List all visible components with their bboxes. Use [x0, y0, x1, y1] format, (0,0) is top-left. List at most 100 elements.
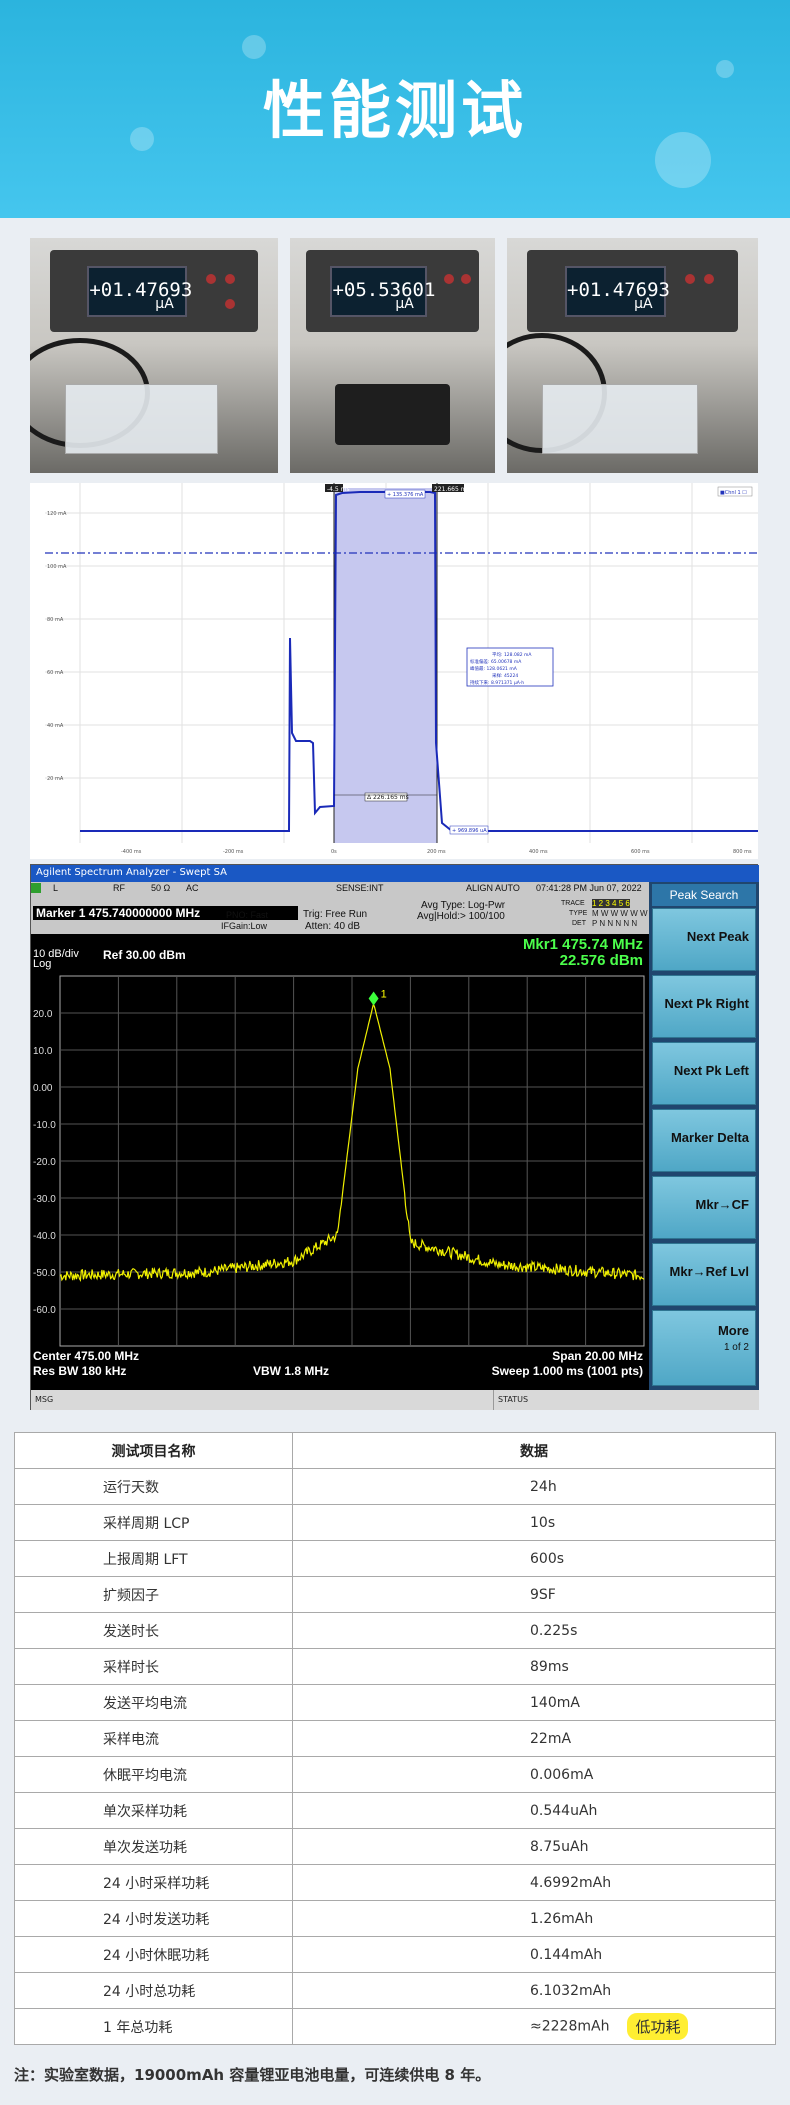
- row-value-text: 600s: [530, 1550, 565, 1567]
- avg-type: Avg Type: Log-Pwr: [421, 900, 506, 911]
- header-banner: 性能测试: [0, 0, 790, 218]
- multimeter-screen: +05.53601 μA: [330, 266, 435, 318]
- multimeter-body: +01.47693 μA: [49, 249, 259, 332]
- row-value: 4.6992mAh: [292, 1864, 776, 1901]
- row-value-text: 4.6992mAh: [530, 1874, 612, 1891]
- next-peak-right-button[interactable]: Next Pk Right: [652, 975, 756, 1038]
- photo-multimeter: +01.47693 μA: [30, 238, 278, 473]
- marker-delta-button[interactable]: Marker Delta: [652, 1109, 756, 1172]
- terminal-knob: [206, 274, 217, 285]
- datetime: 07:41:28 PM Jun 07, 2022: [536, 883, 642, 893]
- tab-coupling[interactable]: AC: [186, 883, 199, 893]
- table-row: 采样时长 89ms: [14, 1648, 776, 1685]
- type-values: M W W W W W: [592, 909, 648, 918]
- photo-multimeter: +01.47693 μA: [507, 238, 758, 473]
- y-tick-label: -60.0: [33, 1305, 56, 1316]
- y-tick: 20 mA: [47, 776, 64, 782]
- row-item: 发送平均电流: [14, 1684, 293, 1721]
- terminal-knob: [461, 274, 472, 285]
- row-item: 1 年总功耗: [14, 2008, 293, 2045]
- row-value-text: 0.544uAh: [530, 1802, 598, 1819]
- multimeter-photos: +01.47693 μA +05.53601 μA +01.47693 μA: [30, 238, 758, 473]
- y-tick-label: -30.0: [33, 1194, 56, 1205]
- mkr-to-cf-button[interactable]: Mkr→CF: [652, 1176, 756, 1239]
- row-value-text: 22mA: [530, 1730, 572, 1747]
- meter-unit: μA: [634, 296, 653, 313]
- x-tick: 800 ms: [733, 849, 752, 855]
- table-row: 1 年总功耗 ≈2228mAh 低功耗: [14, 2008, 776, 2045]
- selection-region: [334, 488, 437, 843]
- row-value: 0.144mAh: [292, 1936, 776, 1973]
- trigger-setting: Trig: Free Run: [303, 909, 368, 920]
- type-label: TYPE: [569, 910, 588, 917]
- table-row: 单次采样功耗 0.544uAh: [14, 1792, 776, 1829]
- y-tick-label: -40.0: [33, 1231, 56, 1242]
- terminal-knob: [444, 274, 455, 285]
- row-value: 89ms: [292, 1648, 776, 1685]
- y-tick: 100 mA: [47, 564, 67, 570]
- low-power-badge: 低功耗: [627, 2013, 689, 2040]
- next-peak-button[interactable]: Next Peak: [652, 908, 756, 971]
- table-row: 发送平均电流 140mA: [14, 1684, 776, 1721]
- stat-line: 标准偏差: 65.00678 mA: [470, 658, 522, 665]
- test-board-box: [64, 383, 219, 455]
- tab-impedance[interactable]: 50 Ω: [151, 883, 170, 893]
- row-value: ≈2228mAh 低功耗: [292, 2008, 776, 2045]
- x-tick: 600 ms: [631, 849, 650, 855]
- y-tick: 120 mA: [47, 511, 67, 517]
- table-row: 上报周期 LFT 600s: [14, 1540, 776, 1577]
- instrument-status-icon: [31, 883, 41, 893]
- vbw: VBW 1.8 MHz: [253, 1364, 330, 1378]
- table-row: 休眠平均电流 0.006mA: [14, 1756, 776, 1793]
- row-item: 单次采样功耗: [14, 1792, 293, 1829]
- table-row: 采样周期 LCP 10s: [14, 1504, 776, 1541]
- x-tick: -200 ms: [223, 849, 244, 855]
- marker-diamond[interactable]: [368, 991, 379, 1006]
- det-values: P N N N N N: [592, 919, 638, 928]
- mkr-to-ref-lvl-button[interactable]: Mkr→Ref Lvl: [652, 1243, 756, 1306]
- softkey-panel: Peak Search Next Peak Next Pk Right Next…: [649, 882, 759, 1390]
- x-tick: -400 ms: [121, 849, 142, 855]
- atten-setting: Atten: 40 dB: [305, 921, 361, 932]
- y-tick: 60 mA: [47, 670, 64, 676]
- row-item: 发送时长: [14, 1612, 293, 1649]
- center-freq: Center 475.00 MHz: [33, 1349, 140, 1363]
- y-tick: 80 mA: [47, 617, 64, 623]
- row-value-text: 10s: [530, 1514, 556, 1531]
- row-value-text: 6.1032mAh: [530, 1982, 612, 1999]
- spectrum-plot-area[interactable]: 10 dB/div Log Ref 30.00 dBm Mkr1 475.74 …: [31, 934, 649, 1390]
- tab-input[interactable]: RF: [113, 883, 125, 893]
- column-header-value: 数据: [292, 1432, 776, 1469]
- sense-status: SENSE:INT: [336, 883, 384, 893]
- analyzer-settings-bar: L RF 50 Ω AC SENSE:INT ALIGN AUTO 07:41:…: [31, 882, 649, 934]
- row-item: 运行天数: [14, 1468, 293, 1505]
- more-button[interactable]: More 1 of 2: [652, 1310, 756, 1386]
- y-tick: 40 mA: [47, 723, 64, 729]
- row-value: 1.26mAh: [292, 1900, 776, 1937]
- table-row: 采样电流 22mA: [14, 1720, 776, 1757]
- row-value-text: ≈2228mAh: [530, 2018, 610, 2035]
- next-peak-left-button[interactable]: Next Pk Left: [652, 1042, 756, 1105]
- det-label: DET: [572, 920, 586, 927]
- softkey-menu-title: Peak Search: [652, 884, 756, 906]
- device-enclosure: [335, 383, 450, 445]
- row-value: 600s: [292, 1540, 776, 1577]
- x-tick: 0s: [331, 849, 337, 855]
- row-value: 8.75uAh: [292, 1828, 776, 1865]
- avg-hold: Avg|Hold:> 100/100: [417, 911, 505, 922]
- low-label: + 969.896 uA: [452, 828, 487, 834]
- y-tick-label: 20.0: [33, 1009, 53, 1020]
- align-status: ALIGN AUTO: [466, 883, 520, 893]
- row-item: 采样周期 LCP: [14, 1504, 293, 1541]
- row-value: 140mA: [292, 1684, 776, 1721]
- table-row: 24 小时总功耗 6.1032mAh: [14, 1972, 776, 2009]
- spec-table: 测试项目名称 数据 运行天数 24h 采样周期 LCP 10s 上报周期 LFT 600s…: [14, 1432, 776, 2045]
- trace-label: TRACE: [561, 900, 585, 907]
- table-row: 单次发送功耗 8.75uAh: [14, 1828, 776, 1865]
- msg-label: MSG: [35, 1395, 54, 1404]
- column-header-item: 测试项目名称: [14, 1432, 293, 1469]
- row-item: 采样时长: [14, 1648, 293, 1685]
- multimeter-body: +01.47693 μA: [527, 249, 738, 332]
- spectrum-analyzer-window: Agilent Spectrum Analyzer - Swept SA L R…: [30, 864, 759, 1410]
- tab-mode[interactable]: L: [53, 883, 58, 893]
